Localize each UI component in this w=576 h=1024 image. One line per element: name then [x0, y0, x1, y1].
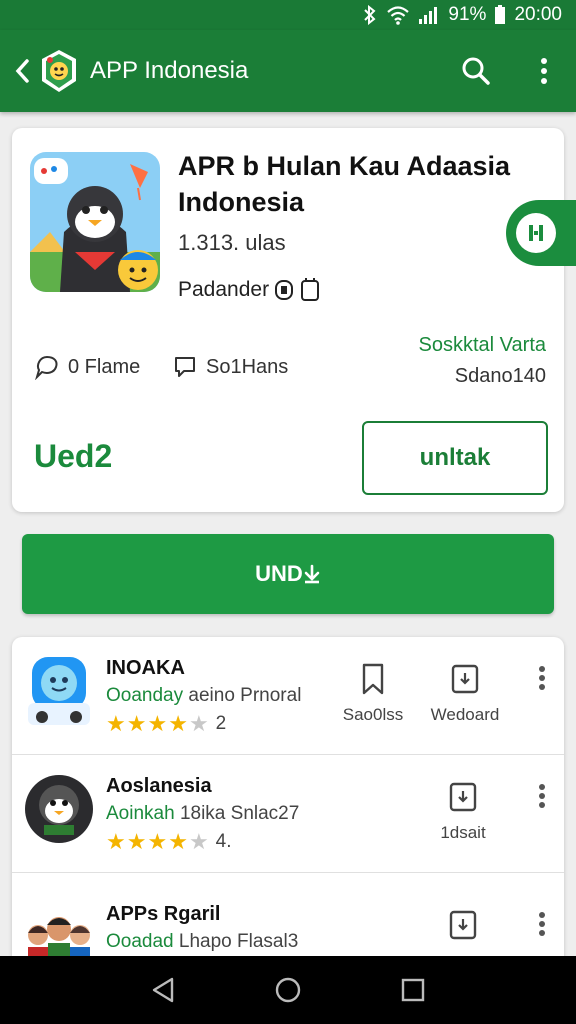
star-icon: ★ — [147, 711, 168, 736]
nav-home-button[interactable] — [258, 960, 318, 1020]
price-label: Ued2 — [34, 438, 113, 474]
list-item-subtitle-green: Aoinkah — [106, 803, 175, 824]
nav-back-button[interactable] — [133, 960, 193, 1020]
stat-shares: So1Hans — [172, 354, 288, 380]
battery-percent: 91% — [448, 4, 487, 25]
download-action-label: 1dsait — [440, 823, 486, 842]
rating-text: 4. — [215, 831, 232, 852]
app-bar-title: APP Indonesia — [90, 57, 249, 84]
comment-icon — [175, 357, 195, 377]
right-stat-title: Soskktal Varta — [418, 334, 546, 356]
list-item-more-button[interactable] — [530, 909, 554, 939]
list-item-subtitle-rest: 18ika Snlac27 — [179, 803, 300, 824]
stat-flame: 0 Flame — [34, 354, 140, 380]
chevron-left-icon — [15, 59, 29, 83]
star-icon: ★ — [168, 711, 188, 736]
status-bar: 91% 20:00 — [0, 0, 576, 30]
app-list: INOAKA Ooanday aeino Prnoral ★ ★ ★ ★ ★ 2 Sao… — [12, 637, 564, 967]
star-icon: ★ — [106, 829, 126, 854]
star-icon: ★ — [188, 711, 209, 736]
list-item-subtitle-rest: aeino Prnoral — [188, 685, 302, 706]
bookmark-icon — [362, 663, 384, 695]
primary-action-label: UND — [255, 561, 303, 586]
download-action[interactable] — [418, 909, 508, 941]
system-nav-bar — [0, 956, 576, 1024]
list-item-title: APPs Rgaril — [106, 903, 221, 925]
developer-name: Padander — [178, 278, 270, 301]
app-icon — [30, 152, 160, 292]
play-pause-icon — [516, 213, 556, 253]
list-item[interactable]: INOAKA Ooanday aeino Prnoral ★ ★ ★ ★ ★ 2 Sao… — [12, 637, 564, 755]
more-vert-icon — [539, 912, 545, 936]
list-item-subtitle: Ooadad Lhapo Flasal3 — [106, 931, 298, 953]
save-action-label: Sao0lss — [342, 705, 404, 724]
search-icon — [462, 57, 490, 85]
list-item-title: Aoslanesia — [106, 775, 212, 797]
star-icon: ★ — [168, 829, 188, 854]
list-item[interactable]: Aoslanesia Aoinkah 18ika Snlac27 ★ ★ ★ ★ ★ 4… — [12, 755, 564, 873]
chat-bubble-icon — [35, 355, 58, 380]
stat-shares-label: So1Hans — [206, 355, 289, 378]
app-title: APR b Hulan Kau Adaasia Indonesia — [178, 151, 511, 217]
list-item-more-button[interactable] — [530, 781, 554, 811]
side-action-chip[interactable] — [506, 200, 576, 266]
more-options-button[interactable] — [520, 47, 568, 95]
signal-icon — [418, 5, 440, 25]
wifi-icon — [386, 5, 410, 25]
more-vert-icon — [539, 784, 545, 808]
download-action[interactable]: 1dsait — [418, 781, 508, 843]
app-icon — [24, 653, 94, 729]
secondary-action-label: unltak — [419, 444, 491, 471]
app-detail-card: APR b Hulan Kau Adaasia Indonesia 1.313.… — [12, 128, 576, 512]
download-action[interactable]: Wedoard — [420, 663, 510, 725]
app-bar: APP Indonesia — [0, 30, 576, 112]
more-vert-icon — [541, 58, 547, 84]
star-icon: ★ — [126, 829, 147, 854]
app-icon — [24, 771, 94, 847]
developer-row[interactable]: Padander — [178, 278, 321, 302]
circle-home-icon — [275, 977, 301, 1003]
app-logo — [36, 48, 82, 94]
list-item-subtitle-rest: Lhapo Flasal3 — [178, 931, 299, 952]
download-icon — [304, 564, 320, 584]
star-icon: ★ — [106, 711, 126, 736]
more-vert-icon — [539, 666, 545, 690]
install-icon — [449, 910, 477, 940]
nav-recents-button[interactable] — [383, 960, 443, 1020]
star-icon: ★ — [147, 829, 168, 854]
triangle-back-icon — [152, 977, 173, 1003]
install-icon — [451, 664, 479, 694]
bluetooth-icon — [362, 5, 378, 25]
search-button[interactable] — [452, 47, 500, 95]
list-item-subtitle-green: Ooanday — [106, 685, 184, 706]
review-count: 1.313. ulas — [178, 230, 286, 255]
back-button[interactable] — [8, 51, 36, 91]
right-stat-value: Sdano140 — [454, 365, 546, 387]
primary-action-button[interactable]: UND — [22, 534, 554, 614]
right-stat: Soskktal Varta Sdano140 — [419, 334, 546, 388]
list-item-title: INOAKA — [106, 657, 185, 679]
list-item-more-button[interactable] — [530, 663, 554, 693]
star-icon: ★ — [188, 829, 209, 854]
stat-flame-label: 0 Flame — [68, 355, 141, 378]
secondary-action-button[interactable]: unltak — [362, 421, 548, 495]
download-action-label: Wedoard — [430, 705, 500, 724]
star-icon: ★ — [126, 711, 147, 736]
save-action[interactable]: Sao0lss — [328, 663, 418, 725]
list-item[interactable]: APPs Rgaril Ooadad Lhapo Flasal3 — [12, 883, 564, 967]
device-icon — [301, 278, 320, 301]
clock: 20:00 — [514, 4, 562, 25]
square-recents-icon — [402, 978, 425, 1002]
list-item-subtitle-green: Ooadad — [106, 931, 174, 952]
rating-text: 2 — [215, 713, 227, 734]
rating: ★ ★ ★ ★ ★ 4. — [106, 831, 232, 853]
battery-icon — [494, 5, 506, 25]
verified-badge-icon — [275, 280, 294, 300]
list-item-subtitle: Aoinkah 18ika Snlac27 — [106, 803, 299, 825]
list-item-subtitle: Ooanday aeino Prnoral — [106, 685, 301, 707]
install-icon — [449, 782, 477, 812]
rating: ★ ★ ★ ★ ★ 2 — [106, 713, 226, 735]
